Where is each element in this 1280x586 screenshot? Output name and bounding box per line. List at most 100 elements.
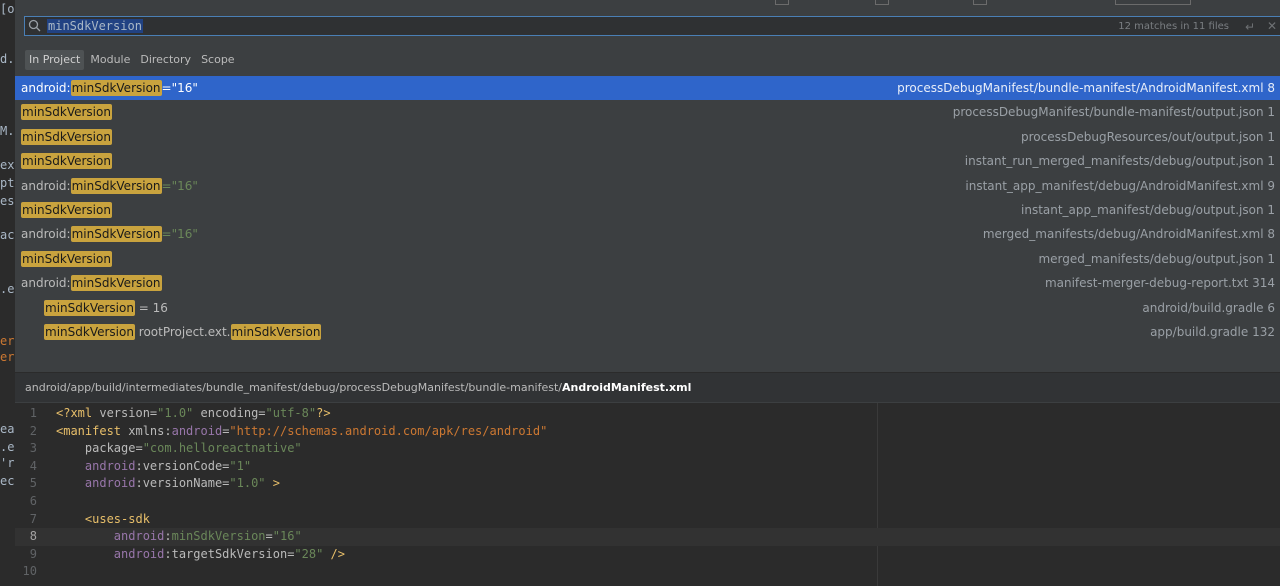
result-highlight: minSdkVersion	[21, 202, 112, 218]
result-row[interactable]: android:minSdkVersion="16" instant_app_ma…	[15, 174, 1280, 198]
code-line: 6	[15, 493, 1280, 511]
line-number: 10	[22, 564, 37, 579]
code-token: <?xml	[56, 406, 100, 420]
result-match-text: minSdkVersion	[21, 149, 112, 173]
search-icon[interactable]	[28, 19, 42, 33]
line-number: 7	[29, 511, 37, 526]
code-token: android	[56, 529, 165, 544]
option-checkbox[interactable]	[875, 0, 889, 5]
code-token: >	[265, 476, 280, 491]
search-field[interactable]: minSdkVersion 12 matches in 11 files ↵ ✕	[24, 16, 1280, 36]
code-token: =	[265, 529, 273, 544]
result-row[interactable]: minSdkVersion merged_manifests/debug/outp…	[15, 247, 1280, 271]
result-suffix: ="16"	[161, 227, 198, 242]
code-token: android	[56, 476, 136, 491]
tab-scope-directory[interactable]: Directory	[136, 50, 195, 70]
code-token: package=	[56, 441, 143, 456]
clear-search-icon[interactable]: ✕	[1267, 19, 1277, 33]
code-token: android	[56, 458, 136, 473]
scope-tabs: In Project Module Directory Scope	[25, 50, 239, 70]
result-suffix: ="16"	[161, 178, 198, 193]
background-code-fragment: .e	[0, 440, 15, 454]
result-row[interactable]: minSdkVersion instant_app_manifest/debug/…	[15, 198, 1280, 222]
search-input[interactable]: minSdkVersion	[47, 19, 143, 33]
code-token: :targetSdkVersion=	[164, 546, 295, 561]
result-match-text: minSdkVersion = 16	[44, 296, 168, 320]
background-code-fragment: er	[0, 350, 15, 364]
new-line-icon[interactable]: ↵	[1245, 20, 1255, 34]
code-token: :	[164, 529, 172, 544]
line-number: 1	[29, 406, 37, 420]
code-preview[interactable]: 1 <?xml version="1.0" encoding="utf-8"?> 2…	[15, 403, 1280, 586]
result-row[interactable]: android:minSdkVersion="16" processDebugMa…	[15, 76, 1280, 100]
result-highlight: minSdkVersion	[21, 104, 112, 121]
code-token: :versionCode=	[135, 458, 230, 473]
result-prefix: android:	[21, 81, 71, 95]
result-match-text: minSdkVersion rootProject.ext.minSdkVers…	[44, 320, 322, 344]
result-row[interactable]: minSdkVersion processDebugManifest/bundle…	[15, 100, 1280, 124]
code-text: package="com.helloreactnative"	[56, 440, 302, 458]
code-token: />	[323, 546, 346, 561]
result-row[interactable]: android:minSdkVersion="16" merged_manifes…	[15, 222, 1280, 246]
result-file-location: app/build.gradle 132	[1150, 325, 1275, 339]
code-token: minSdkVersion	[171, 529, 266, 544]
code-token: "http://schemas.android.com/apk/res/andr…	[229, 423, 548, 438]
result-file-location: processDebugResources/out/output.json 1	[1021, 129, 1275, 144]
code-text: <manifest xmlns:android="http://schemas.…	[56, 423, 547, 441]
results-list: android:minSdkVersion="16" processDebugMa…	[15, 76, 1280, 356]
background-code-fragment: M.	[0, 124, 15, 138]
background-code-fragment: er	[0, 334, 15, 348]
background-code-fragment: pt	[0, 176, 15, 190]
background-code-fragment: ac	[0, 228, 15, 242]
result-match-text: minSdkVersion	[21, 198, 112, 222]
code-token: "28"	[294, 546, 324, 561]
result-file-location: instant_app_manifest/debug/output.json 1	[1021, 203, 1275, 217]
line-number: 8	[29, 529, 37, 544]
result-match-text: minSdkVersion	[21, 125, 112, 149]
tab-scope-in-project[interactable]: In Project	[25, 50, 85, 70]
background-code-fragment: ex	[0, 158, 15, 172]
code-token: "com.helloreactnative"	[142, 441, 302, 456]
code-line: 8 android:minSdkVersion="16"	[15, 528, 1280, 546]
code-text: android:targetSdkVersion="28" />	[56, 546, 345, 564]
code-token: ?>	[316, 406, 331, 420]
result-suffix: ="16"	[161, 81, 198, 95]
option-checkbox[interactable]	[775, 0, 789, 5]
tab-scope-module[interactable]: Module	[86, 50, 134, 70]
result-match-text: android:minSdkVersion="16"	[21, 76, 198, 100]
result-match-text: android:minSdkVersion="16"	[21, 222, 198, 246]
tab-scope-scope[interactable]: Scope	[197, 50, 239, 70]
result-row[interactable]: minSdkVersion = 16 android/build.gradle 6	[15, 296, 1280, 320]
background-code-fragment: ea	[0, 422, 15, 436]
code-line: 7 <uses-sdk	[15, 511, 1280, 529]
result-file-location: instant_run_merged_manifests/debug/outpu…	[964, 154, 1275, 169]
option-checkbox[interactable]	[973, 0, 987, 5]
background-code-fragment: .e	[0, 282, 15, 296]
result-prefix: android:	[21, 276, 71, 291]
result-row[interactable]: minSdkVersion instant_run_merged_manifest…	[15, 149, 1280, 173]
result-row[interactable]: minSdkVersion processDebugResources/out/o…	[15, 125, 1280, 149]
result-file-location: processDebugManifest/bundle-manifest/And…	[897, 81, 1275, 95]
file-mask-dropdown[interactable]	[1115, 0, 1191, 5]
find-in-path-popup: minSdkVersion 12 matches in 11 files ↵ ✕…	[15, 0, 1280, 586]
result-file-location: merged_manifests/debug/output.json 1	[1038, 251, 1275, 266]
result-highlight: minSdkVersion	[21, 128, 112, 145]
result-row[interactable]: android:minSdkVersion manifest-merger-deb…	[15, 271, 1280, 295]
result-file-location: instant_app_manifest/debug/AndroidManife…	[965, 178, 1275, 193]
result-highlight: minSdkVersion	[44, 299, 135, 316]
code-text: android:versionName="1.0" >	[56, 475, 280, 493]
line-number: 3	[29, 441, 37, 456]
code-token: :versionName=	[135, 476, 230, 491]
result-row[interactable]: minSdkVersion rootProject.ext.minSdkVers…	[15, 320, 1280, 344]
code-text: <?xml version="1.0" encoding="utf-8"?>	[56, 405, 331, 423]
code-token: android	[56, 546, 165, 561]
result-prefix: android:	[21, 227, 71, 242]
code-line: 2 <manifest xmlns:android="http://schemas…	[15, 423, 1280, 441]
code-token: android	[171, 423, 223, 438]
result-file-location: android/build.gradle 6	[1142, 300, 1275, 315]
line-number: 5	[29, 476, 37, 491]
line-number: 2	[29, 423, 37, 438]
result-match-text: minSdkVersion	[21, 100, 112, 124]
result-file-location: processDebugManifest/bundle-manifest/out…	[952, 105, 1275, 120]
line-number: 6	[29, 494, 37, 508]
